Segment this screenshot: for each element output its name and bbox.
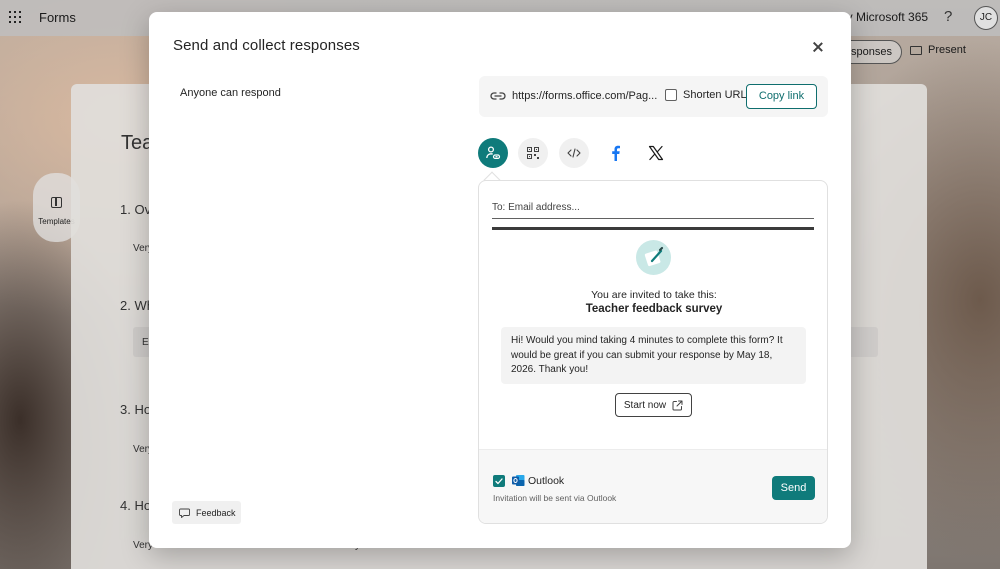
email-invite-panel: To: Email address... You are invited to … bbox=[478, 180, 828, 524]
invite-people-button[interactable] bbox=[478, 138, 508, 168]
present-button[interactable]: Present bbox=[910, 44, 966, 56]
checkbox-icon[interactable] bbox=[665, 89, 677, 101]
email-divider bbox=[492, 227, 814, 230]
start-now-label: Start now bbox=[623, 399, 667, 411]
facebook-button[interactable] bbox=[600, 138, 630, 168]
outlook-label: Outlook bbox=[528, 475, 565, 487]
link-bar: https://forms.office.com/Pag... Shorten … bbox=[479, 76, 828, 117]
shorten-url-checkbox[interactable]: Shorten URL bbox=[665, 89, 747, 101]
external-link-icon bbox=[672, 400, 683, 410]
feedback-icon bbox=[179, 508, 190, 518]
invite-footer: Outlook Invitation will be sent via Outl… bbox=[479, 449, 827, 523]
shorten-url-label: Shorten URL bbox=[683, 89, 747, 101]
outlook-icon bbox=[512, 475, 525, 486]
code-icon bbox=[567, 148, 581, 158]
form-illustration-icon bbox=[644, 246, 664, 267]
question-label: 1. Ov bbox=[120, 202, 152, 217]
x-share-button[interactable] bbox=[641, 138, 671, 168]
facebook-icon bbox=[611, 145, 620, 161]
templates-icon bbox=[51, 197, 62, 208]
feedback-button[interactable]: Feedback bbox=[172, 501, 241, 524]
outlook-checkbox[interactable] bbox=[493, 475, 505, 487]
help-icon[interactable]: ? bbox=[944, 8, 952, 25]
send-dialog: Send and collect responses Anyone can re… bbox=[149, 12, 851, 548]
embed-code-button[interactable] bbox=[559, 138, 589, 168]
copy-link-button[interactable]: Copy link bbox=[746, 84, 817, 109]
email-to-field[interactable]: To: Email address... bbox=[492, 202, 814, 219]
form-url[interactable]: https://forms.office.com/Pag... bbox=[512, 90, 657, 102]
dialog-title: Send and collect responses bbox=[173, 37, 360, 54]
people-link-icon bbox=[486, 146, 501, 160]
avatar[interactable]: JC bbox=[974, 6, 998, 30]
qr-code-icon bbox=[527, 147, 539, 159]
survey-title: Teacher feedback survey bbox=[585, 303, 723, 315]
form-invite-icon bbox=[636, 240, 671, 275]
start-now-button[interactable]: Start now bbox=[615, 393, 692, 417]
feedback-label: Feedback bbox=[196, 507, 236, 518]
app-launcher-icon[interactable] bbox=[9, 11, 21, 23]
link-icon bbox=[490, 92, 506, 100]
outlook-subtext: Invitation will be sent via Outlook bbox=[493, 493, 617, 503]
invited-text: You are invited to take this: bbox=[591, 289, 717, 301]
question-answer: E bbox=[142, 337, 149, 348]
invite-message[interactable]: Hi! Would you mind taking 4 minutes to c… bbox=[501, 327, 806, 384]
question-label: 4. Ho bbox=[120, 498, 152, 513]
qr-code-button[interactable] bbox=[518, 138, 548, 168]
close-icon[interactable] bbox=[808, 38, 828, 58]
question-label: 3. Ho bbox=[120, 402, 152, 417]
send-button[interactable]: Send bbox=[772, 476, 815, 500]
audience-dropdown[interactable]: Anyone can respond bbox=[180, 87, 281, 99]
x-logo-icon bbox=[648, 145, 664, 161]
present-label: Present bbox=[928, 44, 966, 56]
app-name[interactable]: Forms bbox=[39, 10, 76, 25]
checkmark-icon bbox=[495, 477, 503, 484]
templates-label: Templates bbox=[38, 217, 75, 226]
present-icon bbox=[910, 45, 922, 55]
